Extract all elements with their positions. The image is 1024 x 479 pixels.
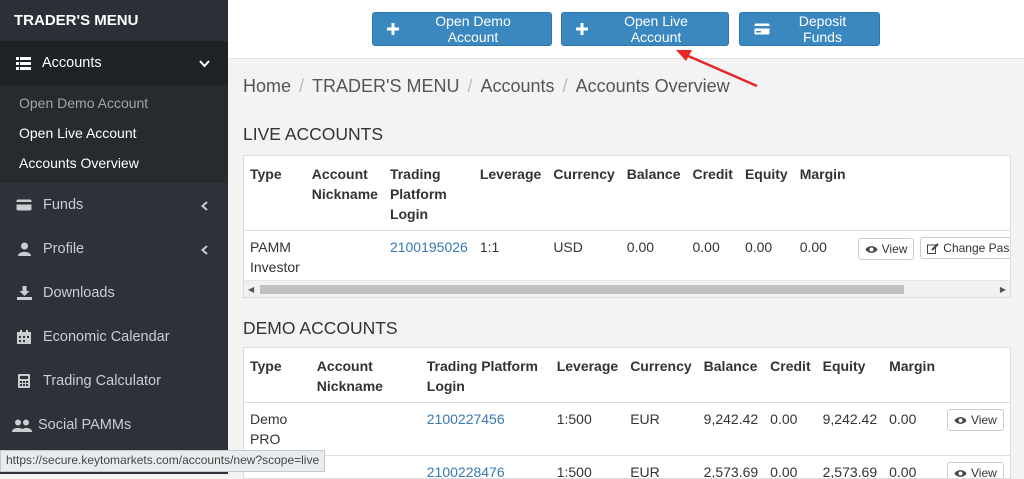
browser-status-url: https://secure.keytomarkets.com/accounts… (0, 450, 325, 472)
annotation-arrow-icon (0, 0, 1024, 474)
